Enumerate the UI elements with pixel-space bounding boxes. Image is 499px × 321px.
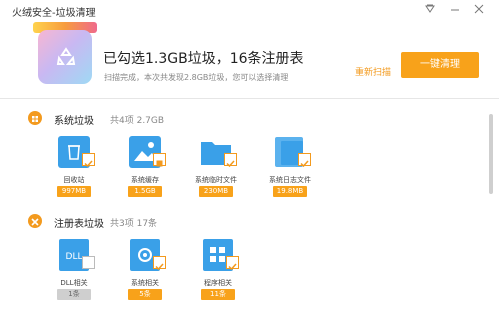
item-size-badge: 1条 — [57, 289, 91, 300]
item-label: 回收站 — [63, 176, 85, 184]
svg-text:DLL: DLL — [66, 252, 83, 262]
item-size-badge: 11条 — [201, 289, 235, 300]
item-size-badge: 997MB — [57, 186, 91, 197]
checkbox[interactable] — [82, 256, 95, 269]
checkbox[interactable] — [298, 153, 311, 168]
header-divider — [0, 98, 499, 99]
close-icon[interactable] — [470, 2, 488, 20]
item-label: 系统临时文件 — [195, 176, 237, 184]
rescan-link[interactable]: 重新扫描 — [355, 65, 391, 78]
title-bar: 火绒安全-垃圾清理 — [0, 0, 499, 22]
section-meta-registry: 共3项 17条 — [110, 219, 158, 229]
registry-icon — [28, 214, 42, 228]
item-size-badge: 5条 — [128, 289, 162, 300]
item-label: 系统缓存 — [131, 176, 159, 184]
item-size-badge: 1.5GB — [128, 186, 162, 197]
item-dll[interactable]: DLL DLL相关 1条 — [40, 238, 108, 314]
vertical-scrollbar[interactable] — [489, 114, 493, 194]
item-system-temp[interactable]: 系统临时文件 230MB — [182, 135, 250, 211]
section-title-system: 系统垃圾 — [54, 116, 94, 127]
windows-icon — [28, 111, 42, 125]
section-meta-system: 共4项 2.7GB — [110, 116, 165, 126]
item-recycle-bin[interactable]: 回收站 997MB — [40, 135, 108, 211]
recycle-icon — [56, 47, 76, 65]
item-system-log[interactable]: 系统日志文件 19.8MB — [256, 135, 324, 211]
checkbox[interactable] — [153, 153, 166, 167]
item-label: 系统相关 — [131, 279, 159, 287]
checkbox[interactable] — [153, 256, 166, 271]
checkbox[interactable] — [226, 256, 239, 271]
one-click-clean-button[interactable]: 一键清理 — [401, 52, 479, 78]
checkbox[interactable] — [82, 153, 95, 168]
item-size-badge: 230MB — [199, 186, 233, 197]
section-title-registry: 注册表垃圾 — [54, 219, 104, 230]
minimize-icon[interactable] — [446, 2, 464, 20]
checkbox[interactable] — [224, 153, 237, 168]
item-system-related[interactable]: 系统相关 5条 — [111, 238, 179, 314]
item-label: 程序相关 — [204, 279, 232, 287]
summary-subtitle: 扫描完成，本次共发现2.8GB垃圾，您可以选择清理 — [104, 73, 289, 82]
window-title: 火绒安全-垃圾清理 — [12, 8, 96, 19]
summary-title: 已勾选1.3GB垃圾，16条注册表 — [103, 51, 304, 67]
item-label: DLL相关 — [60, 279, 88, 287]
item-size-badge: 19.8MB — [273, 186, 307, 197]
item-program-related[interactable]: 程序相关 11条 — [184, 238, 252, 314]
item-label: 系统日志文件 — [269, 176, 311, 184]
menu-icon[interactable] — [421, 2, 439, 20]
item-system-cache[interactable]: 系统缓存 1.5GB — [111, 135, 179, 211]
